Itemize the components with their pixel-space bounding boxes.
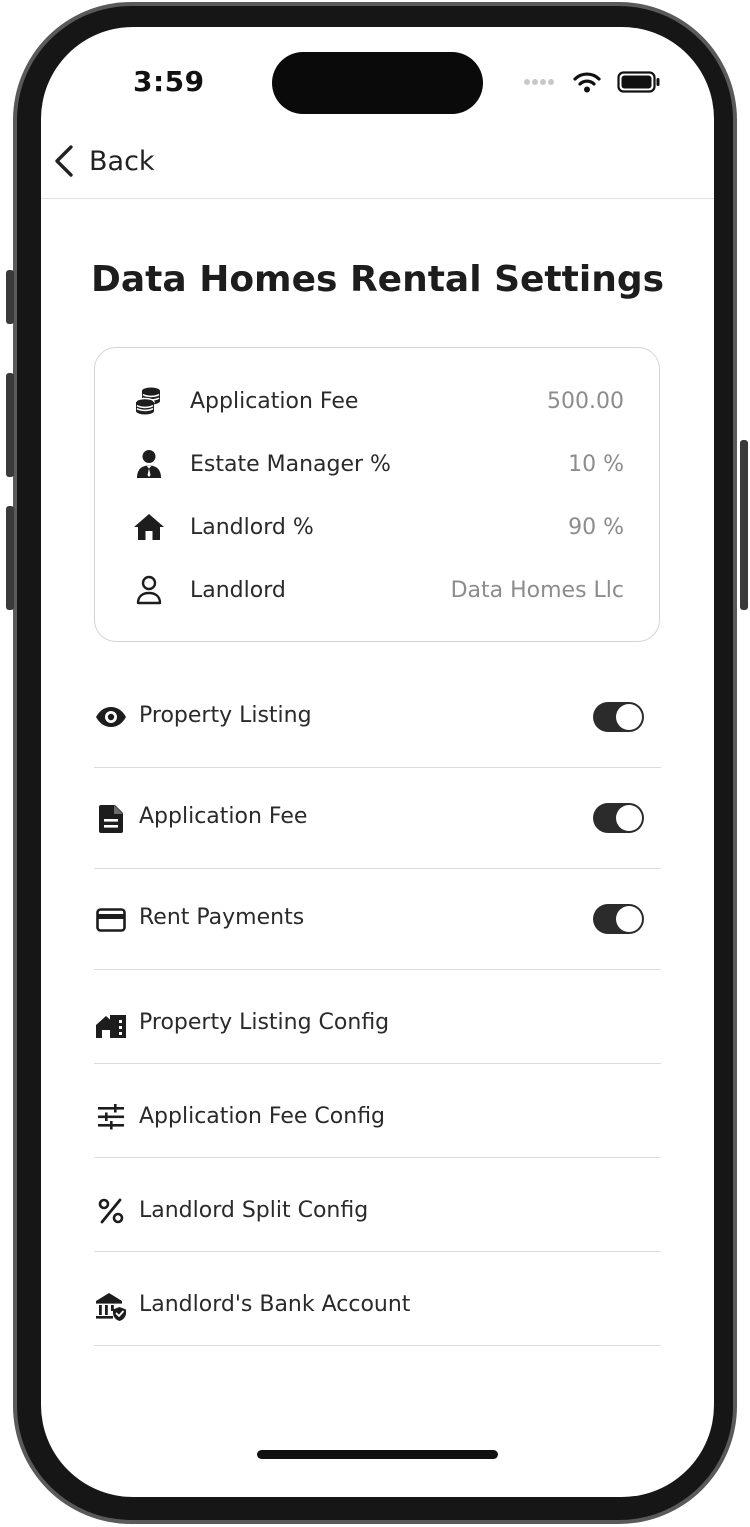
toggle-label: Application Fee xyxy=(139,804,308,829)
config-row-landlord-bank-account[interactable]: Landlord's Bank Account xyxy=(94,1252,661,1346)
config-label: Application Fee Config xyxy=(139,1104,386,1129)
status-indicators xyxy=(523,71,661,93)
power-button xyxy=(740,440,748,610)
config-label: Property Listing Config xyxy=(139,1010,390,1035)
toggle-row-application-fee[interactable]: Application Fee xyxy=(94,768,661,869)
document-icon xyxy=(94,802,128,836)
summary-row-landlord-percent: Landlord % 90 % xyxy=(95,502,661,552)
summary-row-estate-manager: Estate Manager % 10 % xyxy=(95,439,661,489)
toggle-knob xyxy=(616,906,642,932)
summary-value: 500.00 xyxy=(547,388,624,414)
cellular-signal-icon xyxy=(524,79,554,85)
toggle-knob xyxy=(616,704,642,730)
home-indicator[interactable] xyxy=(257,1450,498,1459)
rent-payments-toggle[interactable] xyxy=(593,904,644,934)
summary-value: Data Homes Llc xyxy=(450,577,624,603)
summary-row-landlord: Landlord Data Homes Llc xyxy=(95,565,661,615)
page-title: Data Homes Rental Settings xyxy=(90,259,665,300)
config-label: Landlord's Bank Account xyxy=(139,1292,411,1317)
estate-manager-icon xyxy=(131,446,167,482)
back-button[interactable]: Back xyxy=(53,144,155,178)
summary-label: Landlord xyxy=(190,577,286,603)
toggle-label: Rent Payments xyxy=(139,905,305,930)
property-config-icon xyxy=(94,1009,128,1043)
property-listing-toggle[interactable] xyxy=(593,702,644,732)
eye-icon xyxy=(94,700,128,734)
toggle-row-property-listing[interactable]: Property Listing xyxy=(94,667,661,768)
screen: 3:59 Back Data Homes Rental Settings App… xyxy=(41,27,714,1497)
percent-icon xyxy=(94,1194,128,1228)
toggle-row-rent-payments[interactable]: Rent Payments xyxy=(94,869,661,970)
summary-value: 90 % xyxy=(568,514,624,540)
mute-switch xyxy=(6,270,14,324)
toggle-label: Property Listing xyxy=(139,703,312,728)
dynamic-island xyxy=(272,52,483,114)
bank-icon xyxy=(94,1290,128,1324)
sliders-icon xyxy=(94,1100,128,1134)
toggle-knob xyxy=(616,805,642,831)
summary-label: Landlord % xyxy=(190,514,314,540)
back-label: Back xyxy=(89,145,155,177)
user-outline-icon xyxy=(131,572,167,608)
battery-icon xyxy=(617,71,660,93)
wifi-icon xyxy=(573,72,601,93)
summary-card: Application Fee 500.00 Estate Manager % … xyxy=(94,347,660,642)
chevron-left-icon xyxy=(55,145,73,177)
volume-up-button xyxy=(6,373,14,477)
config-row-landlord-split[interactable]: Landlord Split Config xyxy=(94,1158,661,1252)
summary-label: Estate Manager % xyxy=(190,451,391,477)
config-row-property-listing[interactable]: Property Listing Config xyxy=(94,970,661,1064)
volume-down-button xyxy=(6,506,14,610)
application-fee-toggle[interactable] xyxy=(593,803,644,833)
config-label: Landlord Split Config xyxy=(139,1198,369,1223)
summary-value: 10 % xyxy=(568,451,624,477)
config-row-application-fee[interactable]: Application Fee Config xyxy=(94,1064,661,1158)
summary-row-application-fee: Application Fee 500.00 xyxy=(95,376,661,426)
coins-icon xyxy=(131,383,167,419)
summary-label: Application Fee xyxy=(190,388,359,414)
status-time: 3:59 xyxy=(133,65,205,98)
credit-card-icon xyxy=(94,903,128,937)
house-icon xyxy=(131,509,167,545)
navigation-bar: Back xyxy=(41,132,714,199)
